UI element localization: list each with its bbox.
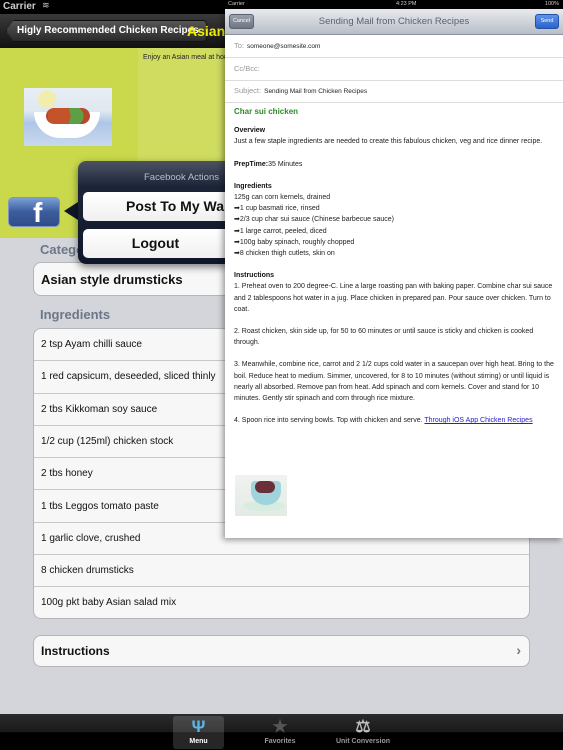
mail-ingredient: ➡1 cup basmati rice, rinsed [234,205,320,213]
instruction-step: 2. Roast chicken, skin side up, for 50 t… [234,328,534,347]
mail-ingredient: 125g can corn kernels, drained [234,194,331,202]
facebook-button[interactable]: f [8,197,60,227]
tab-bar: Ψ Menu ★ Favorites ⚖ Unit Conversion [0,714,563,750]
to-label: To: [234,41,245,50]
tab-label: Favorites [264,738,296,745]
overview-text: Just a few staple ingredients are needed… [234,138,543,146]
mail-body[interactable]: Char sui chicken Overview Just a few sta… [234,106,559,437]
instructions-heading: Instructions [234,272,275,280]
mail-title: Sending Mail from Chicken Recipes [318,16,470,27]
ingredient-row[interactable]: 8 chicken drumsticks [34,555,529,588]
preptime-label: PrepTime: [234,160,269,168]
wifi-icon: ≋ [42,0,50,10]
ingredients-heading: Ingredients [234,182,272,190]
mail-compose-sheet: Carrier 4:23 PM 100% Cancel Sending Mail… [225,0,563,538]
fork-icon: Ψ [191,717,206,736]
logout-button[interactable]: Logout [83,229,228,258]
recipe-title: Char sui chicken [234,107,299,116]
subject-label: Subject: [234,86,262,95]
app-link[interactable]: Through iOS App Chicken Recipes [424,417,532,424]
popover-title: Facebook Actions [144,172,219,183]
mail-ingredient: ➡1 large carrot, peeled, diced [234,227,327,235]
tab-unit-conversion[interactable]: ⚖ Unit Conversion [330,716,396,749]
subject-field[interactable]: Subject: Sending Mail from Chicken Recipe… [225,80,563,103]
post-to-wall-button[interactable]: Post To My Wall [83,192,228,221]
carrier-label: Carrier [3,1,36,12]
back-button[interactable]: Higly Recommended Chicken Recipes [6,20,207,42]
instruction-step: 4. Spoon rice into serving bowls. Top wi… [234,417,425,425]
mail-ingredient: ➡8 chicken thigh cutlets, skin on [234,250,335,258]
carrier-label: Carrier [228,1,245,7]
mail-status-bar: Carrier 4:23 PM 100% [225,0,563,9]
battery-label: 100% [544,1,559,7]
mail-nav-bar: Cancel Sending Mail from Chicken Recipes… [225,9,563,35]
mail-ingredient: ➡100g baby spinach, roughly chopped [234,238,355,246]
time-label: 4:23 PM [396,1,417,7]
popover-arrow [64,202,78,220]
to-field[interactable]: To: someone@somesite.com [225,35,563,58]
facebook-icon: f [33,197,43,228]
tab-label: Menu [189,738,208,745]
recipe-description: Enjoy an Asian meal at home [143,54,234,61]
recipe-thumbnail [235,475,287,516]
chevron-right-icon: › [516,642,521,658]
category-value: Asian style drumsticks [41,272,183,287]
instructions-label: Instructions [41,644,110,658]
recipe-photo [24,88,112,146]
overview-heading: Overview [234,127,266,135]
facebook-actions-popover: Facebook Actions Post To My Wall Logout [78,161,228,264]
tab-menu[interactable]: Ψ Menu [173,716,224,749]
ingredient-row[interactable]: 100g pkt baby Asian salad mix [34,587,529,618]
instruction-step: 3. Meanwhile, combine rice, carrot and 2… [234,361,554,403]
scale-icon: ⚖ [355,717,371,736]
instructions-row[interactable]: Instructions › [33,635,530,667]
instruction-step: 1. Preheat oven to 200 degree-C. Line a … [234,283,553,313]
preptime-value: 35 Minutes [268,160,303,168]
send-button[interactable]: Send [535,14,559,29]
subject-value: Sending Mail from Chicken Recipes [264,88,368,95]
to-value: someone@somesite.com [247,43,321,50]
cc-bcc-field[interactable]: Cc/Bcc: [225,58,563,81]
mail-ingredient: ➡2/3 cup char sui sauce (Chinese barbecu… [234,216,394,224]
tab-label: Unit Conversion [335,738,391,745]
star-icon: ★ [272,717,288,736]
tab-favorites[interactable]: ★ Favorites [250,716,310,749]
cc-label: Cc/Bcc: [234,64,260,73]
ingredients-heading: Ingredients [40,307,111,322]
